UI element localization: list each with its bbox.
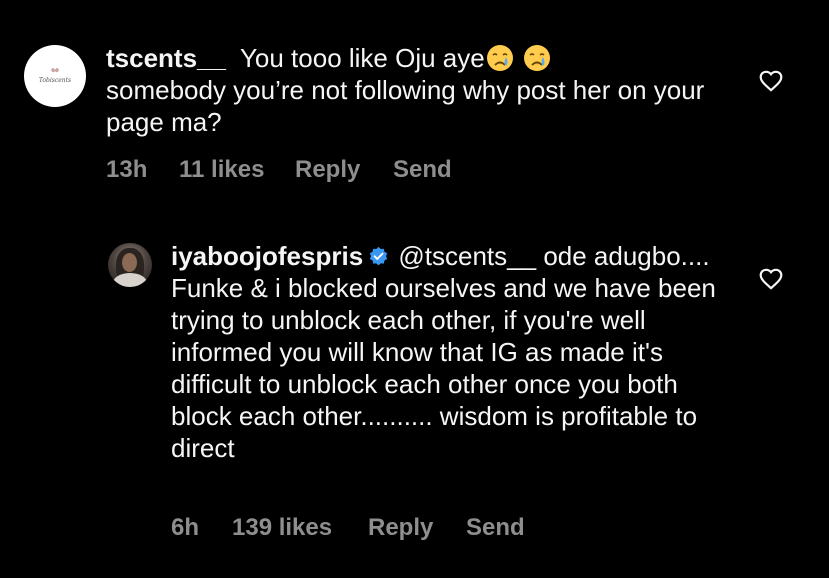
crying-face-icon	[523, 45, 550, 71]
likes-count[interactable]: 11 likes	[179, 156, 264, 184]
reply-button[interactable]: Reply	[295, 156, 360, 184]
logo-icon	[51, 68, 59, 73]
avatar-face	[122, 253, 137, 272]
avatar-logo-text: Tobiscents	[38, 77, 72, 84]
avatar-shoulders	[113, 273, 147, 287]
likes-count[interactable]: 139 likes	[232, 514, 332, 542]
reply-username[interactable]: iyaboojofespris	[171, 241, 363, 271]
send-button[interactable]: Send	[393, 156, 452, 184]
verified-badge-icon	[369, 246, 388, 266]
mention-link[interactable]: @tscents__	[398, 241, 536, 271]
reply-button[interactable]: Reply	[368, 514, 433, 542]
comment-text: tscents__ You tooo like Oju aye somebody…	[106, 42, 746, 138]
comment-username[interactable]: tscents__	[106, 43, 226, 73]
reply-time: 6h	[171, 514, 200, 541]
reply-text: iyaboojofespris @tscents__ ode adugbo...…	[171, 240, 731, 464]
avatar[interactable]: Tobiscents	[24, 45, 86, 107]
comment-body-start: You tooo like Oju aye	[239, 43, 485, 73]
comment-time: 13h	[106, 156, 148, 183]
heart-icon[interactable]	[758, 266, 784, 292]
avatar[interactable]	[108, 243, 152, 287]
crying-face-icon	[486, 45, 513, 71]
reply-body: ode adugbo.... Funke & i blocked ourselv…	[171, 241, 716, 463]
send-button[interactable]: Send	[466, 514, 525, 542]
comment-body-end: somebody you’re not following why post h…	[106, 75, 705, 137]
heart-icon[interactable]	[758, 68, 784, 94]
